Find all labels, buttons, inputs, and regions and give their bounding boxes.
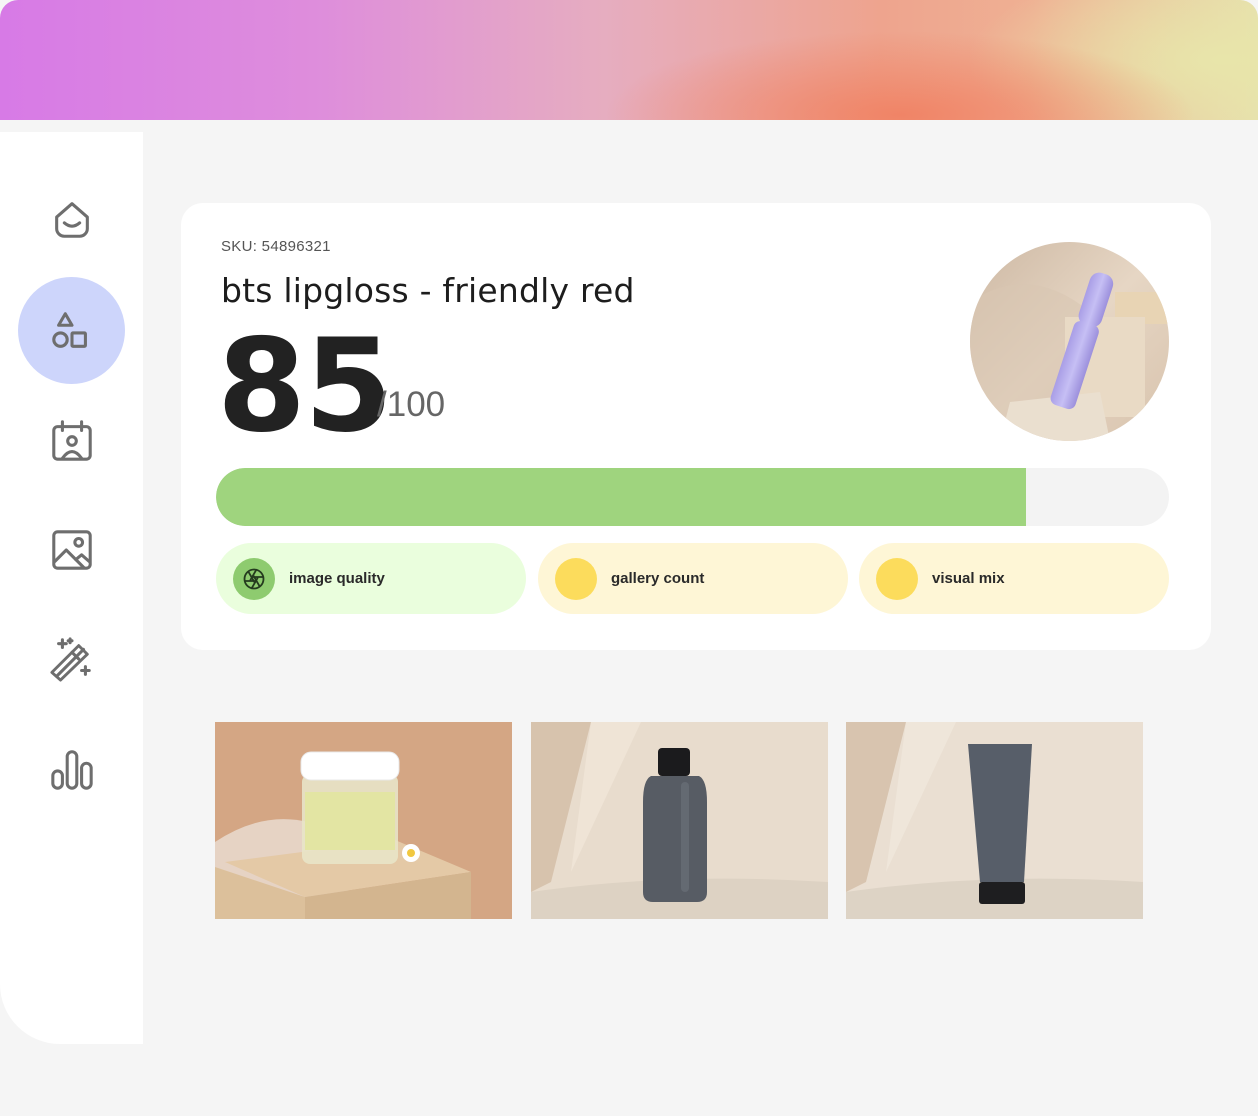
bar-chart-icon [50, 749, 93, 790]
product-title: bts lipgloss - friendly red [221, 271, 635, 310]
metric-visual-mix[interactable]: visual mix [859, 543, 1169, 614]
metric-gallery-count[interactable]: gallery count [538, 543, 848, 614]
lipgloss-photo [970, 242, 1169, 441]
header-gradient-banner [0, 0, 1258, 120]
sidebar-item-calendar[interactable] [18, 387, 125, 494]
status-dot-icon [876, 557, 918, 600]
calendar-user-icon [51, 419, 92, 461]
score-value: 85 [217, 312, 393, 461]
score-max: /100 [377, 385, 446, 424]
metric-label: image quality [289, 570, 385, 587]
product-thumbnail[interactable] [970, 242, 1169, 441]
sku-label: SKU: 54896321 [221, 238, 331, 255]
gallery-image-cream-jar[interactable] [215, 722, 512, 919]
sidebar-item-images[interactable] [18, 496, 125, 603]
sidebar-item-magic[interactable] [18, 605, 125, 712]
metric-label: visual mix [932, 570, 1005, 587]
shapes-icon [51, 311, 87, 348]
score-progress-bar [216, 468, 1169, 526]
metric-label: gallery count [611, 570, 705, 587]
status-dot-icon [555, 557, 597, 600]
sidebar-item-products[interactable] [18, 277, 125, 384]
smile-home-icon [54, 201, 89, 238]
aperture-icon [233, 557, 275, 600]
sidebar-item-analytics[interactable] [18, 715, 125, 822]
sidebar-item-home[interactable] [18, 165, 125, 272]
sidebar [0, 132, 143, 1044]
score-progress-fill [216, 468, 1027, 526]
metric-image-quality[interactable]: image quality [216, 543, 526, 614]
magic-wand-icon [49, 636, 91, 682]
image-icon [51, 529, 92, 570]
product-score-card: SKU: 54896321 bts lipgloss - friendly re… [181, 203, 1211, 650]
gallery-image-dark-tube[interactable] [846, 722, 1143, 919]
gallery-image-dark-bottle[interactable] [531, 722, 828, 919]
